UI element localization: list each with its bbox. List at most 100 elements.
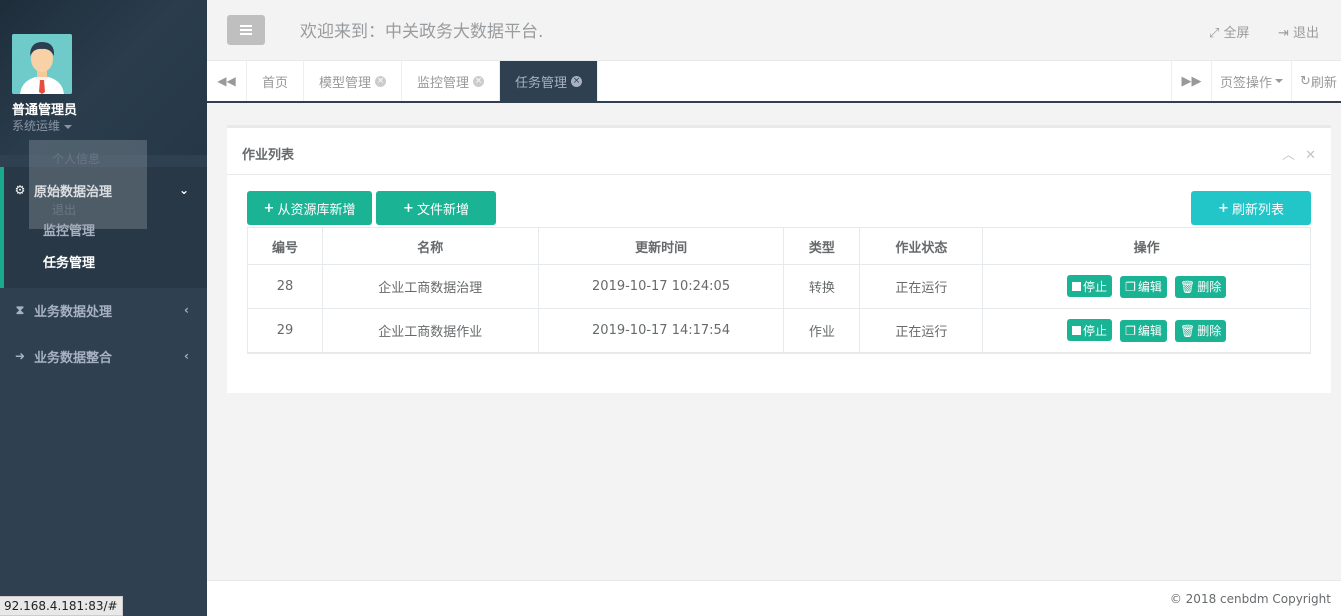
- panel-title: 作业列表: [242, 148, 295, 163]
- button-label: 删除: [1197, 280, 1222, 295]
- job-table: 编号 名称 更新时间 类型 作业状态 操作 28 企业工商数据治理 2019-1…: [247, 227, 1311, 354]
- dropdown-item-logout[interactable]: 退出: [52, 201, 76, 218]
- forward-icon: ▶▶: [1181, 73, 1202, 89]
- tabs-scroll-left-button[interactable]: ◀◀: [207, 61, 247, 101]
- cell-name: 企业工商数据作业: [321, 308, 539, 354]
- plus-icon: +: [403, 200, 414, 216]
- button-label: 从资源库新增: [277, 202, 356, 218]
- trash-icon: 🗑: [1180, 279, 1196, 294]
- chevron-up-icon[interactable]: ︿: [1282, 148, 1295, 163]
- profile-area: 普通管理员 系统运维: [0, 0, 207, 155]
- tab-task-management[interactable]: 任务管理 ×: [500, 61, 599, 101]
- button-label: 编辑: [1137, 280, 1162, 295]
- refresh-icon: ↻: [1300, 73, 1311, 89]
- column-header: 名称: [321, 227, 539, 265]
- edit-button[interactable]: ❐ 编辑: [1120, 275, 1167, 298]
- avatar[interactable]: [12, 34, 72, 94]
- tab-model-management[interactable]: 模型管理 ×: [304, 61, 403, 101]
- copy-icon: ❐: [1125, 323, 1136, 338]
- user-role-dropdown[interactable]: 系统运维: [12, 117, 73, 134]
- dropdown-item-profile[interactable]: 个人信息: [52, 150, 100, 167]
- job-list-panel: 作业列表 ︿ ✕ + 从资源库新增 + 文件新增 + 刷新列表 编号 名称 更新…: [227, 125, 1331, 393]
- cell-updated: 2019-10-17 10:24:05: [537, 264, 785, 309]
- caret-down-icon: [1275, 79, 1283, 83]
- status-url: 92.168.4.181:83/#: [0, 596, 123, 616]
- menu-label: 业务数据处理: [34, 304, 113, 320]
- caret-down-icon: [64, 124, 73, 129]
- user-role-label: 系统运维: [12, 119, 61, 133]
- copy-icon: ❐: [1125, 279, 1136, 294]
- bars-icon: [240, 29, 252, 31]
- delete-button[interactable]: 🗑 删除: [1175, 319, 1227, 342]
- refresh-label: 刷新: [1310, 75, 1337, 91]
- logout-button[interactable]: ⇥ 退出: [1278, 22, 1319, 41]
- sign-out-icon: ⇥: [1278, 26, 1289, 41]
- cell-type: 转换: [783, 264, 861, 309]
- button-label: 刷新列表: [1231, 202, 1284, 218]
- menu-toggle-button[interactable]: [227, 15, 265, 45]
- footer: © 2018 cenbdm Copyright: [207, 580, 1341, 616]
- stop-button[interactable]: 停止: [1066, 275, 1112, 298]
- refresh-tab-button[interactable]: ↻ 刷新: [1291, 61, 1341, 101]
- button-label: 删除: [1197, 324, 1222, 338]
- page-ops-dropdown[interactable]: 页签操作: [1211, 61, 1291, 101]
- cell-actions: 停止 ❐ 编辑 🗑 删除: [982, 308, 1311, 354]
- submenu-task-management[interactable]: 任务管理: [43, 252, 95, 271]
- add-from-repository-button[interactable]: + 从资源库新增: [247, 191, 372, 225]
- close-icon[interactable]: ✕: [1305, 148, 1316, 163]
- button-label: 文件新增: [416, 202, 469, 218]
- tabs-scroll-right-button[interactable]: ▶▶: [1171, 61, 1211, 101]
- cell-updated: 2019-10-17 14:17:54: [537, 308, 785, 354]
- stop-button[interactable]: 停止: [1066, 319, 1112, 341]
- button-label: 停止: [1082, 323, 1107, 338]
- button-label: 停止: [1082, 279, 1107, 294]
- plus-icon: +: [1218, 200, 1229, 216]
- cell-name: 企业工商数据治理: [321, 264, 539, 309]
- tab-monitor-management[interactable]: 监控管理 ×: [402, 61, 501, 101]
- stop-icon: [1071, 281, 1081, 291]
- column-header: 更新时间: [537, 227, 785, 265]
- edit-button[interactable]: ❐ 编辑: [1120, 319, 1167, 342]
- close-icon[interactable]: ×: [473, 75, 485, 87]
- column-header: 操作: [982, 227, 1311, 265]
- tab-home[interactable]: 首页: [247, 61, 305, 101]
- logout-label: 退出: [1293, 26, 1320, 41]
- delete-button[interactable]: 🗑 删除: [1175, 275, 1227, 298]
- page-tabs-bar: ◀◀ 首页 模型管理 × 监控管理 × 任务管理 × ▶▶ 页签操作 ↻ 刷新: [207, 61, 1341, 103]
- cell-status: 正在运行: [859, 264, 984, 309]
- menu-business-data-processing[interactable]: ⧗ 业务数据处理 ‹: [0, 295, 207, 325]
- bars-icon: [240, 33, 252, 35]
- copyright-text: © 2018 cenbdm Copyright: [1169, 592, 1331, 606]
- panel-tools: ︿ ✕: [1282, 144, 1316, 163]
- bars-icon: [240, 25, 252, 27]
- cell-status: 正在运行: [859, 308, 984, 354]
- gears-icon: ⚙: [14, 183, 26, 197]
- close-icon[interactable]: ×: [375, 75, 387, 87]
- menu-business-data-integration[interactable]: ➜ 业务数据整合 ‹: [0, 341, 207, 371]
- top-header: 欢迎来到：中关政务大数据平台. ⤢ 全屏 ⇥ 退出: [207, 0, 1341, 61]
- refresh-list-button[interactable]: + 刷新列表: [1191, 191, 1311, 225]
- cell-type: 作业: [783, 308, 861, 354]
- menu-label: 业务数据整合: [34, 350, 113, 366]
- trash-icon: 🗑: [1180, 323, 1196, 338]
- table-row: 29 企业工商数据作业 2019-10-17 14:17:54 作业 正在运行 …: [247, 308, 1311, 354]
- tab-label: 首页: [262, 75, 289, 91]
- cell-id: 28: [247, 264, 323, 309]
- stop-icon: [1071, 325, 1081, 335]
- tab-label: 监控管理: [417, 75, 470, 91]
- add-file-button[interactable]: + 文件新增: [376, 191, 496, 225]
- column-header: 编号: [247, 227, 323, 265]
- close-icon[interactable]: ×: [571, 75, 583, 87]
- fullscreen-button[interactable]: ⤢ 全屏: [1209, 22, 1250, 41]
- table-row: 28 企业工商数据治理 2019-10-17 10:24:05 转换 正在运行 …: [247, 264, 1311, 309]
- divider: [227, 174, 1331, 175]
- sign-in-icon: ➜: [14, 349, 26, 363]
- sidebar: 普通管理员 系统运维 ⚙ 原始数据治理 ⌄ 监控管理 任务管理 ⧗ 业务数据处理…: [0, 0, 207, 616]
- column-header: 类型: [783, 227, 861, 265]
- tab-label: 任务管理: [515, 75, 568, 91]
- chevron-left-icon: ‹: [184, 303, 189, 317]
- table-header-row: 编号 名称 更新时间 类型 作业状态 操作: [247, 227, 1311, 265]
- button-label: 编辑: [1137, 324, 1162, 338]
- chevron-down-icon: ⌄: [178, 183, 189, 197]
- user-name: 普通管理员: [12, 103, 78, 118]
